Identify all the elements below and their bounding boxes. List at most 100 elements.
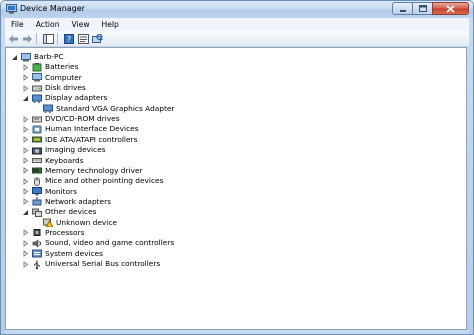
svg-text:?: ? (66, 35, 70, 44)
tree-node[interactable]: Human Interface Devices (21, 124, 139, 134)
back-button[interactable] (7, 33, 19, 45)
tree-node-label: Processors (45, 227, 85, 237)
maximize-icon (418, 5, 427, 12)
collapsed-triangle-icon[interactable] (21, 198, 29, 206)
close-button[interactable] (432, 2, 469, 15)
expanded-triangle-icon[interactable] (21, 208, 29, 216)
tree-node[interactable]: Sound, video and game controllers (21, 238, 174, 248)
back-arrow-icon (8, 34, 18, 43)
toolbar-separator (36, 33, 37, 44)
collapsed-triangle-icon[interactable] (21, 125, 29, 133)
collapsed-triangle-icon[interactable] (21, 74, 29, 82)
collapsed-triangle-icon[interactable] (21, 157, 29, 165)
tree-node-label: System devices (45, 248, 104, 258)
tree-node[interactable]: Network adapters (21, 197, 111, 207)
menu-help[interactable]: Help (96, 20, 125, 29)
tree-node-label: Display adapters (45, 93, 108, 103)
collapsed-triangle-icon[interactable] (21, 250, 29, 258)
tree-node[interactable]: Batteries (21, 62, 78, 72)
unknown-device-warning-icon (43, 218, 53, 228)
tree-node[interactable]: Other devices (21, 207, 96, 217)
tree-node[interactable]: Monitors (21, 187, 77, 197)
monitor-icon (32, 187, 42, 196)
tree-node[interactable]: Universal Serial Bus controllers (21, 259, 160, 269)
tree-node[interactable]: Memory technology driver (21, 166, 143, 176)
menu-file[interactable]: File (5, 20, 30, 29)
properties-button[interactable] (77, 33, 89, 45)
tree-node-label: Other devices (45, 207, 97, 217)
memory-icon (32, 166, 42, 175)
tree-node[interactable]: Disk drives (21, 83, 86, 93)
collapsed-triangle-icon[interactable] (21, 239, 29, 247)
tree-node[interactable]: Processors (21, 228, 84, 238)
properties-icon (77, 33, 89, 44)
scan-hardware-icon (91, 33, 103, 43)
scan-hardware-button[interactable] (91, 33, 103, 45)
collapsed-triangle-icon[interactable] (21, 136, 29, 144)
network-adapter-icon (32, 197, 42, 206)
tree-node[interactable]: Unknown device (32, 218, 117, 228)
tree-node[interactable]: System devices (21, 249, 103, 259)
tree-node-label: Human Interface Devices (45, 124, 139, 134)
maximize-button[interactable] (412, 2, 432, 15)
system-device-icon (32, 249, 42, 258)
expanded-triangle-icon[interactable] (10, 53, 18, 61)
menu-bar: File Action View Help (5, 18, 469, 31)
tree-node-label: Memory technology driver (45, 165, 143, 175)
collapsed-triangle-icon[interactable] (21, 188, 29, 196)
tree-node-label: Monitors (45, 186, 77, 196)
tree-node[interactable]: DVD/CD-ROM drives (21, 114, 120, 124)
other-devices-icon (32, 208, 42, 217)
computer-icon (32, 73, 42, 82)
menu-view[interactable]: View (66, 20, 96, 29)
forward-arrow-icon (22, 34, 32, 43)
computer-icon (21, 52, 31, 62)
tree-node-label: Universal Serial Bus controllers (45, 259, 161, 268)
help-icon: ? (63, 33, 74, 44)
tree-node[interactable]: Mice and other pointing devices (21, 176, 163, 186)
caption-buttons (392, 2, 469, 16)
tree-node[interactable]: IDE ATA/ATAPI controllers (21, 135, 137, 145)
tree-node-label: IDE ATA/ATAPI controllers (45, 134, 138, 144)
mouse-icon (32, 177, 42, 186)
collapsed-triangle-icon[interactable] (21, 177, 29, 185)
usb-icon (32, 260, 42, 269)
expanded-triangle-icon[interactable] (21, 94, 29, 102)
forward-button[interactable] (21, 33, 33, 45)
tree-node-label: DVD/CD-ROM drives (45, 114, 120, 124)
collapsed-triangle-icon[interactable] (21, 260, 29, 268)
collapsed-triangle-icon[interactable] (21, 115, 29, 123)
tree-node-label: Network adapters (45, 196, 111, 206)
tree-node[interactable]: Barb-PC (10, 52, 64, 62)
collapsed-triangle-icon[interactable] (21, 167, 29, 175)
device-tree-pane: Barb-PC Batteries Computer Disk drives Displ… (5, 47, 467, 330)
menu-action[interactable]: Action (30, 20, 66, 29)
collapsed-triangle-icon[interactable] (21, 229, 29, 237)
tree-node[interactable]: Imaging devices (21, 145, 106, 155)
imaging-device-icon (32, 146, 42, 155)
tree-node-label: Imaging devices (45, 145, 106, 155)
minimize-icon (399, 9, 406, 12)
hid-icon (32, 125, 42, 134)
show-hide-console-tree-button[interactable] (42, 33, 54, 45)
disk-drive-icon (32, 84, 42, 93)
tree-node[interactable]: Computer (21, 73, 82, 83)
tree-node[interactable]: Display adapters (21, 93, 107, 103)
help-button[interactable]: ? (63, 33, 75, 45)
tree-node-label: Batteries (45, 62, 79, 72)
sound-icon (32, 239, 42, 248)
device-manager-icon (6, 4, 17, 14)
tree-node-label: Standard VGA Graphics Adapter (56, 103, 175, 113)
collapsed-triangle-icon[interactable] (21, 63, 29, 71)
collapsed-triangle-icon[interactable] (21, 84, 29, 92)
minimize-button[interactable] (392, 2, 412, 15)
tree-node[interactable]: Standard VGA Graphics Adapter (32, 104, 174, 114)
collapsed-triangle-icon[interactable] (21, 146, 29, 154)
tree-node-label: Disk drives (45, 83, 86, 93)
battery-icon (32, 62, 42, 72)
tree-node[interactable]: Keyboards (21, 156, 84, 166)
window-title: Device Manager (20, 4, 85, 13)
title-bar[interactable]: Device Manager (1, 1, 473, 18)
